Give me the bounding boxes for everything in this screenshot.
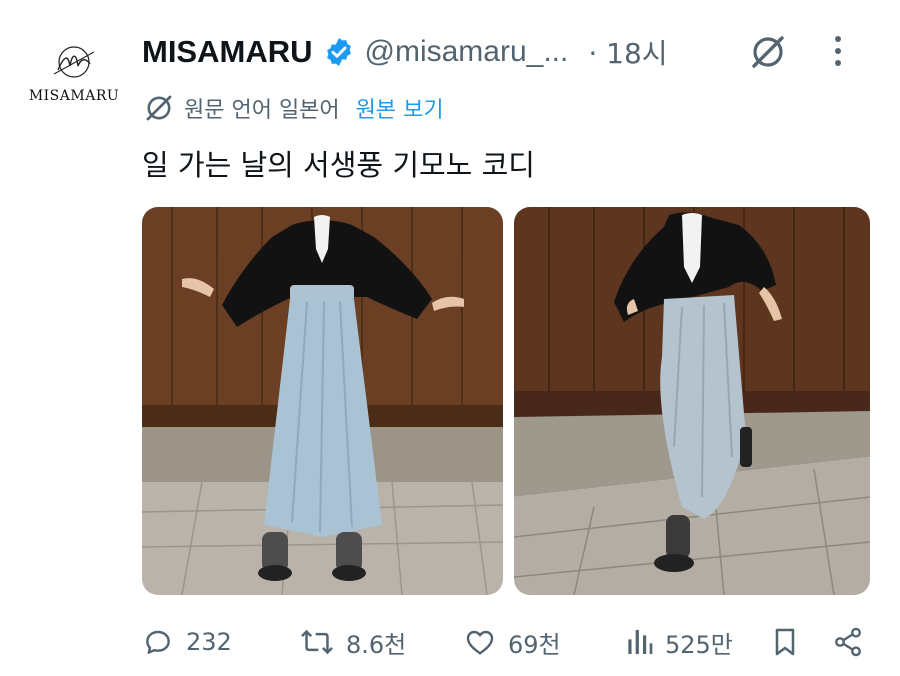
views-chart-icon (628, 630, 653, 654)
translation-label: 원문 언어 일본어 (184, 98, 340, 123)
bookmark-icon (775, 628, 795, 656)
share-button[interactable] (832, 612, 864, 672)
translate-icon (146, 95, 172, 121)
like-button[interactable]: 69천 (464, 612, 561, 672)
retweet-icon (301, 629, 333, 655)
bookmark-button[interactable] (770, 612, 800, 672)
heart-icon (466, 630, 494, 655)
share-icon (835, 627, 861, 657)
more-options-icon[interactable] (834, 34, 842, 72)
user-handle[interactable]: @misamaru_... (365, 35, 569, 69)
retweet-count: 8.6천 (346, 630, 407, 659)
retweet-button[interactable]: 8.6천 (300, 612, 406, 672)
view-original-link[interactable]: 원본 보기 (356, 92, 444, 124)
verified-badge-icon[interactable] (323, 36, 355, 68)
like-count: 69천 (508, 630, 561, 659)
tweet-photo-2[interactable] (514, 207, 870, 595)
reply-count: 232 (186, 628, 232, 656)
misamaru-logo-icon (53, 46, 95, 78)
grok-icon[interactable] (748, 32, 788, 76)
avatar[interactable]: MISAMARU (22, 30, 126, 134)
views-button[interactable]: 525만 (625, 612, 733, 672)
reply-button[interactable]: 232 (142, 612, 232, 672)
avatar-logo-text: MISAMARU (28, 88, 120, 104)
tweet-text: 일 가는 날의 서생풍 기모노 코디 (142, 148, 535, 182)
timestamp[interactable]: · 18시 (588, 32, 667, 72)
views-count: 525만 (665, 630, 733, 659)
display-name[interactable]: MISAMARU (142, 34, 313, 70)
tweet-header: MISAMARU @misamaru_... · 18시 (142, 28, 880, 76)
tweet-actions: 232 8.6천 69천 525만 (142, 612, 872, 672)
tweet-photo-1[interactable] (142, 207, 503, 595)
reply-icon (146, 630, 170, 654)
translation-row: 원문 언어 일본어 원본 보기 (142, 88, 444, 128)
